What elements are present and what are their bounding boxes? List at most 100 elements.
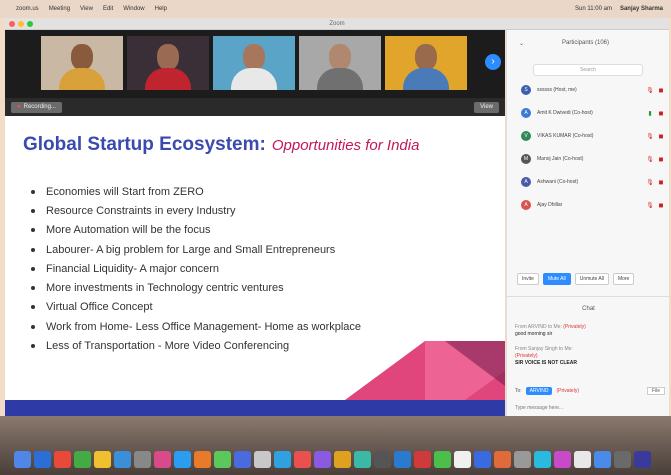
- video-tile[interactable]: [41, 36, 123, 90]
- dock-app-icon[interactable]: [214, 450, 231, 468]
- more-button[interactable]: More: [612, 273, 635, 285]
- menu-edit[interactable]: Edit: [103, 6, 113, 12]
- divider: [507, 296, 670, 297]
- mic-icon[interactable]: ▮: [645, 110, 655, 117]
- video-off-icon[interactable]: ◼: [655, 179, 667, 186]
- participant-row[interactable]: M Manoj Jain (Co-host) 🎙 ◼: [521, 151, 667, 167]
- dock-app-icon[interactable]: [274, 450, 291, 468]
- participants-title: Participants (106): [562, 40, 610, 46]
- avatar: M: [521, 154, 531, 164]
- menu-view[interactable]: View: [80, 6, 93, 12]
- menu-help[interactable]: Help: [155, 6, 167, 12]
- dock-app-icon[interactable]: [114, 450, 131, 468]
- dock-app-icon[interactable]: [454, 450, 471, 468]
- avatar: V: [521, 131, 531, 141]
- record-dot-icon: ●: [17, 104, 21, 110]
- mic-muted-icon[interactable]: 🎙: [645, 87, 655, 94]
- recipient-select[interactable]: ARVIND: [525, 387, 553, 395]
- next-page-icon[interactable]: ›: [485, 54, 501, 70]
- menu-meeting[interactable]: Meeting: [49, 6, 70, 12]
- dock-app-icon[interactable]: [554, 450, 571, 468]
- mic-muted-icon[interactable]: 🎙: [645, 202, 655, 209]
- unmute-all-button[interactable]: Unmute All: [574, 273, 609, 285]
- participant-row[interactable]: S ssssss (Host, me) 🎙 ◼: [521, 82, 667, 98]
- dock-app-icon[interactable]: [574, 450, 591, 468]
- dock: [14, 448, 669, 470]
- dock-app-icon[interactable]: [254, 450, 271, 468]
- mic-muted-icon[interactable]: 🎙: [645, 179, 655, 186]
- dock-app-icon[interactable]: [634, 450, 651, 468]
- user-name[interactable]: Sanjay Sharma: [620, 6, 663, 12]
- close-window-button[interactable]: [9, 21, 15, 27]
- dock-app-icon[interactable]: [354, 450, 371, 468]
- chat-recipient-row: To: ARVIND (Privately) File: [515, 385, 665, 397]
- chat-message-input[interactable]: [515, 402, 665, 414]
- avatar: A: [521, 108, 531, 118]
- video-off-icon[interactable]: ◼: [655, 156, 667, 163]
- video-off-icon[interactable]: ◼: [655, 133, 667, 140]
- participant-row[interactable]: A Ajay Dhillar 🎙 ◼: [521, 197, 667, 213]
- dock-app-icon[interactable]: [394, 450, 411, 468]
- dock-app-icon[interactable]: [314, 450, 331, 468]
- dock-app-icon[interactable]: [134, 450, 151, 468]
- dock-app-icon[interactable]: [514, 450, 531, 468]
- dock-app-icon[interactable]: [374, 450, 391, 468]
- slide-decoration: [345, 341, 505, 400]
- window-titlebar: Zoom: [5, 18, 669, 30]
- video-off-icon[interactable]: ◼: [655, 110, 667, 117]
- video-tile[interactable]: [127, 36, 209, 90]
- dock-app-icon[interactable]: [494, 450, 511, 468]
- video-tile[interactable]: [299, 36, 381, 90]
- video-off-icon[interactable]: ◼: [655, 202, 667, 209]
- dock-app-icon[interactable]: [174, 450, 191, 468]
- file-button[interactable]: File: [646, 387, 665, 395]
- zoom-window-button[interactable]: [27, 21, 33, 27]
- participant-row[interactable]: A Amit K Dwivedi (Co-host) ▮ ◼: [521, 105, 667, 121]
- dock-app-icon[interactable]: [14, 450, 31, 468]
- dock-app-icon[interactable]: [414, 450, 431, 468]
- menu-bar: zoom.us Meeting View Edit Window Help Su…: [0, 0, 671, 18]
- dock-app-icon[interactable]: [154, 450, 171, 468]
- mic-muted-icon[interactable]: 🎙: [645, 133, 655, 140]
- menu-window[interactable]: Window: [123, 6, 144, 12]
- invite-button[interactable]: Invite: [517, 273, 539, 285]
- dock-app-icon[interactable]: [34, 450, 51, 468]
- mic-muted-icon[interactable]: 🎙: [645, 156, 655, 163]
- dock-app-icon[interactable]: [94, 450, 111, 468]
- recording-indicator[interactable]: ● Recording...: [11, 102, 62, 113]
- participant-search-input[interactable]: Search: [533, 64, 643, 76]
- shared-screen-slide: Global Startup Ecosystem: Opportunities f…: [5, 116, 505, 416]
- menu-app[interactable]: zoom.us: [16, 6, 39, 12]
- view-button[interactable]: View: [474, 102, 499, 113]
- dock-app-icon[interactable]: [74, 450, 91, 468]
- minimize-window-button[interactable]: [18, 21, 24, 27]
- avatar: A: [521, 200, 531, 210]
- slide-footer-bar: [5, 400, 505, 416]
- participant-actions: Invite Mute All Unmute All More: [517, 273, 667, 285]
- chat-message: From Sanjay Singh to Me: (Privately) SIR…: [515, 346, 577, 366]
- dock-app-icon[interactable]: [334, 450, 351, 468]
- video-tile[interactable]: [385, 36, 467, 90]
- dock-app-icon[interactable]: [594, 450, 611, 468]
- collapse-icon[interactable]: ⌄: [519, 40, 524, 47]
- dock-app-icon[interactable]: [474, 450, 491, 468]
- participant-row[interactable]: V VIKAS KUMAR (Co-host) 🎙 ◼: [521, 128, 667, 144]
- panel-header: ⌄ Participants (106): [507, 30, 669, 58]
- dock-app-icon[interactable]: [434, 450, 451, 468]
- mute-all-button[interactable]: Mute All: [542, 273, 571, 285]
- video-tile[interactable]: [213, 36, 295, 90]
- dock-app-icon[interactable]: [614, 450, 631, 468]
- video-off-icon[interactable]: ◼: [655, 87, 667, 94]
- dock-app-icon[interactable]: [54, 450, 71, 468]
- stage-toolbar: ● Recording... View: [5, 98, 505, 116]
- video-strip: ›: [5, 30, 505, 98]
- avatar: A: [521, 177, 531, 187]
- chat-header: Chat: [582, 306, 595, 312]
- participant-row[interactable]: A Ashwani (Co-host) 🎙 ◼: [521, 174, 667, 190]
- dock-app-icon[interactable]: [194, 450, 211, 468]
- dock-app-icon[interactable]: [234, 450, 251, 468]
- dock-app-icon[interactable]: [534, 450, 551, 468]
- chat-message: From ARVIND to Me: (Privately) good morn…: [515, 324, 586, 337]
- clock: Sun 11:00 am: [575, 6, 612, 12]
- dock-app-icon[interactable]: [294, 450, 311, 468]
